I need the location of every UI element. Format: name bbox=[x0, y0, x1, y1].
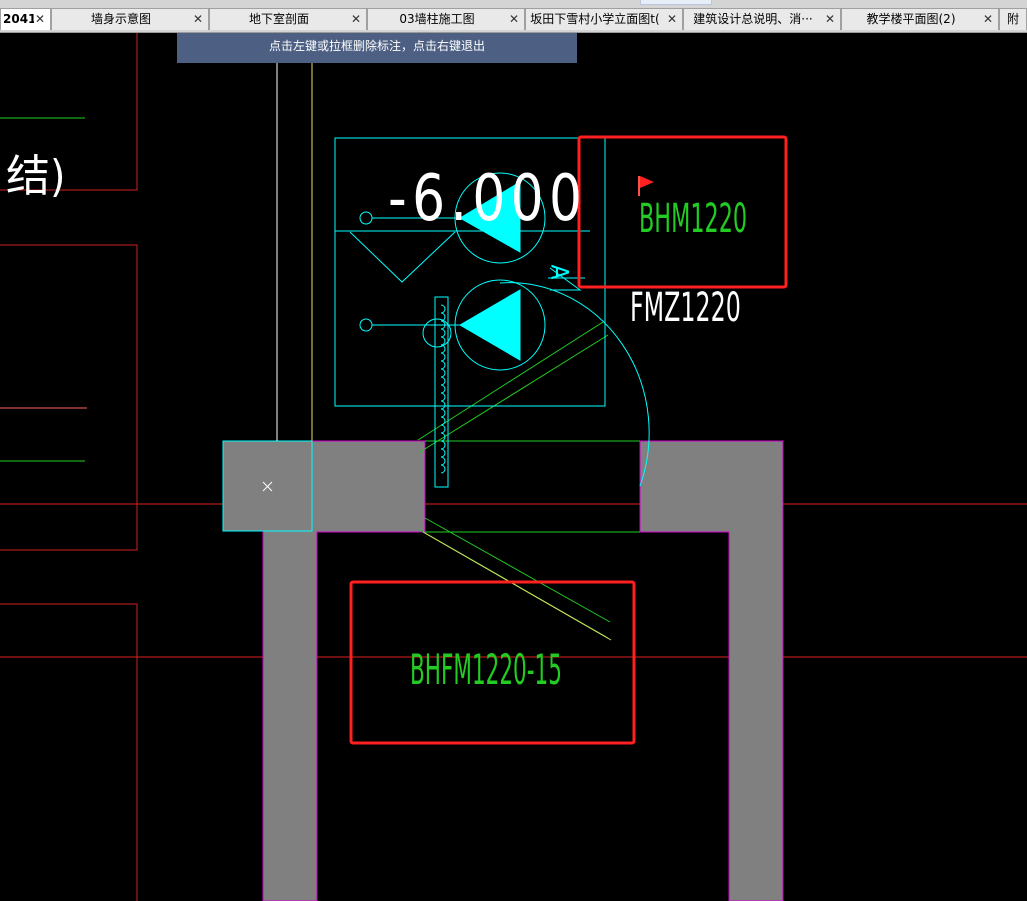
close-icon[interactable]: ✕ bbox=[192, 9, 204, 30]
coil-pattern bbox=[440, 304, 446, 474]
door-leaf bbox=[422, 531, 612, 641]
door-swing-arc bbox=[499, 282, 650, 487]
cad-canvas[interactable] bbox=[0, 0, 1027, 901]
tab-floor-plan[interactable]: 教学楼平面图(2) ✕ bbox=[841, 8, 999, 30]
partial-text: 结) bbox=[6, 151, 66, 202]
door-label-bhm[interactable]: BHM1220 bbox=[639, 196, 747, 242]
command-hint: 点击左键或拉框删除标注，点击右键退出 bbox=[177, 33, 577, 63]
close-icon[interactable]: ✕ bbox=[666, 9, 678, 30]
close-icon[interactable]: ✕ bbox=[508, 9, 520, 30]
tab-label: 墙身示意图 bbox=[90, 12, 151, 26]
tab-basement-section[interactable]: 地下室剖面 ✕ bbox=[209, 8, 367, 30]
tab-appendix[interactable]: 附 bbox=[999, 8, 1027, 30]
door-label-bhfm[interactable]: BHFM1220-15 bbox=[410, 645, 562, 694]
tab-design-notes[interactable]: 建筑设计总说明、消··· ✕ bbox=[683, 8, 841, 30]
top-indicator bbox=[640, 0, 712, 5]
tab-wall-diagram[interactable]: 墙身示意图 ✕ bbox=[51, 8, 209, 30]
close-icon[interactable]: ✕ bbox=[982, 9, 994, 30]
close-icon[interactable]: ✕ bbox=[34, 9, 46, 30]
flag-icon[interactable] bbox=[638, 176, 654, 196]
close-icon[interactable]: ✕ bbox=[350, 9, 362, 30]
elevation-label: -6.000 bbox=[388, 162, 588, 236]
door-label-fmz[interactable]: FMZ1220 bbox=[630, 285, 741, 331]
mark-a-text: A bbox=[545, 264, 574, 280]
tab-label: 20419 bbox=[3, 12, 34, 26]
door-lines bbox=[417, 321, 640, 639]
tab-label: 附 bbox=[1006, 12, 1019, 26]
tab-label: 坂田下雪村小学立面图t( bbox=[530, 12, 660, 26]
close-icon[interactable]: ✕ bbox=[824, 9, 836, 30]
tab-20419[interactable]: 20419 ✕ bbox=[0, 8, 51, 30]
document-tab-bar: 20419 ✕ 墙身示意图 ✕ 地下室剖面 ✕ 03墙柱施工图 ✕ 坂田下雪村小… bbox=[0, 0, 1027, 33]
tab-label: 教学楼平面图(2) bbox=[866, 12, 956, 26]
tab-label: 03墙柱施工图 bbox=[399, 12, 475, 26]
tab-label: 建筑设计总说明、消··· bbox=[693, 12, 813, 26]
tab-wall-column[interactable]: 03墙柱施工图 ✕ bbox=[367, 8, 525, 30]
tab-label: 地下室剖面 bbox=[248, 12, 309, 26]
tab-elevation[interactable]: 坂田下雪村小学立面图t( ✕ bbox=[525, 8, 683, 30]
